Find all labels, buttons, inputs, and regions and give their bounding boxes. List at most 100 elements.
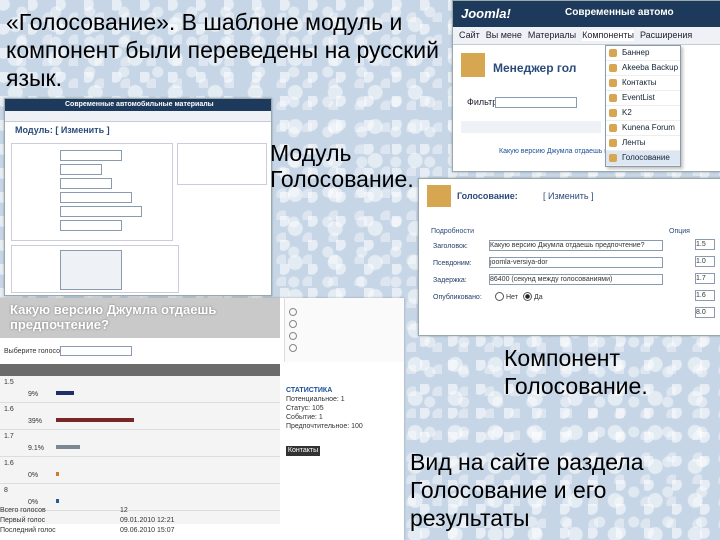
dropdown-item-k2[interactable]: K2 <box>606 106 680 121</box>
menu-users[interactable]: Вы мене <box>486 30 522 41</box>
k2-icon <box>609 109 617 117</box>
result-row: 1.7 9.1% <box>0 430 280 457</box>
vote-radio[interactable] <box>289 308 297 316</box>
stats-line: Предпочтительное: 100 <box>286 423 363 430</box>
result-bar <box>56 418 134 422</box>
dropdown-item-eventlist[interactable]: EventList <box>606 91 680 106</box>
option-input[interactable]: 1.7 <box>695 273 715 284</box>
lag-field-label: Задержка: <box>433 277 467 284</box>
calendar-icon <box>609 94 617 102</box>
options-legend: Опция <box>669 228 690 235</box>
radio-yes[interactable] <box>523 292 532 301</box>
module-menu-list[interactable] <box>60 250 122 290</box>
site-poll-heading: Какую версию Джумла отдаешь предпочтение… <box>10 302 217 332</box>
module-field-4[interactable] <box>60 192 132 203</box>
result-percent: 39% <box>28 418 43 425</box>
published-label: Опубликовано: <box>433 294 482 301</box>
result-version: 1.7 <box>4 433 14 440</box>
results-header <box>0 364 280 376</box>
results-table: 1.5 9% 1.6 39% 1.7 9.1% 1.6 0% 8 0% <box>0 364 280 524</box>
poll-list-item[interactable]: Какую версию Джумла отдаешь пре <box>499 147 616 156</box>
vote-radio[interactable] <box>289 332 297 340</box>
option-input[interactable]: 1.0 <box>695 256 715 267</box>
module-field-6[interactable] <box>60 220 122 231</box>
component-edit-screenshot: Голосование: [ Изменить ] Подробности Оп… <box>418 178 720 336</box>
alias-field-label: Псевдоним: <box>433 260 472 267</box>
footer-row: Последний голос 09.06.2010 15:07 <box>0 527 175 534</box>
dropdown-item-banner[interactable]: Баннер <box>606 46 680 61</box>
options-list: 1.5 1.0 1.7 1.6 8.0 <box>669 239 717 324</box>
dropdown-item-akeeba[interactable]: Akeeba Backup <box>606 61 680 76</box>
contacts-button[interactable]: Контакты <box>286 446 320 456</box>
radio-no[interactable] <box>495 292 504 301</box>
module-params-panel <box>177 143 267 185</box>
option-input[interactable]: 1.5 <box>695 239 715 250</box>
module-field-1[interactable] <box>60 150 122 161</box>
result-version: 1.6 <box>4 406 14 413</box>
backup-icon <box>609 64 617 72</box>
site-poll-form <box>284 298 404 362</box>
menu-extensions[interactable]: Расширения <box>640 30 692 41</box>
stats-box: СТАТИСТИКА Потенциальное: 1 Статус: 105 … <box>286 386 402 446</box>
details-legend: Подробности <box>431 228 475 235</box>
option-row: 8.0 <box>669 307 717 324</box>
result-row: 1.6 0% <box>0 457 280 484</box>
component-title: Голосование: <box>457 191 518 201</box>
option-input[interactable]: 8.0 <box>695 307 715 318</box>
feed-icon <box>609 139 617 147</box>
stats-line: Потенциальное: 1 <box>286 396 345 403</box>
dropdown-item-polls[interactable]: Голосование <box>606 151 680 166</box>
joomla-logo: Joomla! <box>461 6 511 21</box>
result-percent: 9.1% <box>28 445 44 452</box>
option-row: 1.5 <box>669 239 717 256</box>
lag-field-input[interactable]: 86400 (секунд между голосованиями) <box>489 274 663 285</box>
vote-radio[interactable] <box>289 344 297 352</box>
result-bar <box>56 445 80 449</box>
dropdown-item-newsfeeds[interactable]: Ленты новостей <box>606 136 680 161</box>
result-bar <box>56 499 59 503</box>
menu-content[interactable]: Материалы <box>528 30 576 41</box>
site-title: Современные автомо <box>565 7 674 18</box>
module-header-bar: Современные автомобильные материалы <box>5 99 271 111</box>
title-field-label: Заголовок: <box>433 243 468 250</box>
result-version: 1.5 <box>4 379 14 386</box>
menu-site[interactable]: Сайт <box>459 30 480 41</box>
dropdown-item-kunena[interactable]: Kunena Forum <box>606 121 680 136</box>
alias-field-input[interactable]: joomla-versiya-dor <box>489 257 663 268</box>
result-version: 8 <box>4 487 8 494</box>
footer-row: Всего голосов 12 <box>0 507 128 514</box>
components-dropdown: Баннер Akeeba Backup Контакты EventList … <box>605 45 681 167</box>
footer-row: Первый голос 09.01.2010 12:21 <box>0 517 175 524</box>
vote-radio[interactable] <box>289 320 297 328</box>
module-title: Модуль: [ Изменить ] <box>15 125 110 135</box>
menu-components[interactable]: Компоненты <box>582 30 634 41</box>
intro-text: «Голосование». В шаблоне модуль и компон… <box>6 9 439 91</box>
poll-manager-icon <box>461 53 485 77</box>
component-title-link[interactable]: [ Изменить ] <box>543 191 594 202</box>
site-view-screenshot: Какую версию Джумла отдаешь предпочтение… <box>0 298 404 540</box>
manager-title: Менеджер гол <box>493 61 577 75</box>
results-footer: Всего голосов 12 Первый голос 09.01.2010 1… <box>0 506 280 536</box>
forum-icon <box>609 124 617 132</box>
module-field-5[interactable] <box>60 206 142 217</box>
module-field-2[interactable] <box>60 164 102 175</box>
option-row: 1.6 <box>669 290 717 307</box>
filter-label: Фильтр <box>467 97 498 107</box>
result-percent: 0% <box>28 472 39 479</box>
admin-menu-bar: Сайт Вы мене Материалы Компоненты Расшир… <box>453 27 720 45</box>
select-poll-dropdown[interactable] <box>60 346 132 356</box>
site-caption: Вид на сайте раздела Голосование и его р… <box>410 449 644 531</box>
admin-header-bar: Joomla! Современные автомо <box>453 1 720 27</box>
result-row: 1.5 9% <box>0 376 280 403</box>
module-menu-assign-panel <box>11 245 179 293</box>
dropdown-item-contacts[interactable]: Контакты <box>606 76 680 91</box>
radio-no-label: Нет <box>506 294 518 301</box>
title-field-input[interactable]: Какую версию Джумла отдаешь предпочтение… <box>489 240 663 251</box>
result-version: 1.6 <box>4 460 14 467</box>
filter-input[interactable] <box>495 97 577 108</box>
results-body: 1.5 9% 1.6 39% 1.7 9.1% 1.6 0% 8 0% <box>0 376 280 511</box>
option-input[interactable]: 1.6 <box>695 290 715 301</box>
module-menu-bar <box>5 111 271 122</box>
module-field-3[interactable] <box>60 178 112 189</box>
module-caption: Модуль Голосование. <box>270 140 414 192</box>
